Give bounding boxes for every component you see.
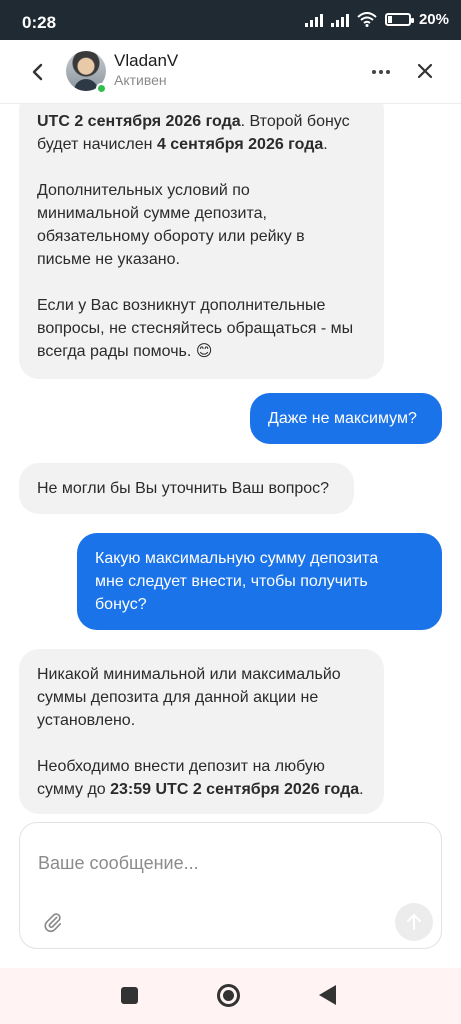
agent-message: UTC 2 сентября 2026 года. Второй бонус б… bbox=[19, 104, 384, 379]
message-input[interactable] bbox=[38, 853, 418, 874]
online-indicator bbox=[96, 83, 107, 94]
chat-header: VladanV Активен bbox=[0, 40, 461, 104]
message-list[interactable]: UTC 2 сентября 2026 года. Второй бонус б… bbox=[0, 104, 461, 824]
system-nav-bar bbox=[0, 968, 461, 1024]
agent-name: VladanV bbox=[114, 51, 179, 70]
message-paragraph: Необходимо внести депозит на любую сумму… bbox=[37, 758, 364, 798]
message-paragraph: Дополнительных условий по минимальной су… bbox=[37, 182, 305, 268]
message-paragraph: Никакой минимальной или максимальйо сумм… bbox=[37, 666, 341, 729]
agent-status: Активен bbox=[114, 72, 167, 88]
battery-icon bbox=[384, 13, 414, 26]
agent-message: Не могли бы Вы уточнить Ваш вопрос? bbox=[19, 463, 354, 514]
signal-icon-2 bbox=[330, 12, 349, 27]
status-time: 0:28 bbox=[22, 13, 57, 32]
battery-fill bbox=[387, 16, 392, 23]
status-icons: 20% bbox=[304, 11, 449, 28]
message-composer bbox=[19, 822, 442, 949]
send-arrow-icon bbox=[407, 914, 421, 930]
close-icon[interactable] bbox=[413, 59, 437, 83]
chevron-left-icon[interactable] bbox=[26, 60, 50, 84]
signal-icon bbox=[304, 12, 323, 27]
user-message: Какую максимальную сумму депозита мне сл… bbox=[77, 533, 442, 630]
message-paragraph: Если у Вас возникнут дополнительные вопр… bbox=[37, 297, 354, 360]
agent-message: Никакой минимальной или максимальйо сумм… bbox=[19, 649, 384, 814]
recent-apps-icon[interactable] bbox=[121, 987, 138, 1004]
back-triangle-icon[interactable] bbox=[319, 985, 336, 1005]
more-horizontal-icon[interactable] bbox=[370, 60, 392, 84]
wifi-icon bbox=[357, 12, 377, 27]
user-message: Даже не максимум? bbox=[250, 393, 442, 444]
message-paragraph: UTC 2 сентября 2026 года. Второй бонус б… bbox=[37, 113, 350, 153]
status-bar: 0:28 20% bbox=[0, 0, 461, 40]
send-button[interactable] bbox=[395, 903, 433, 941]
battery-percent: 20% bbox=[418, 11, 449, 28]
paperclip-icon[interactable] bbox=[42, 911, 64, 933]
home-icon[interactable] bbox=[217, 984, 240, 1007]
